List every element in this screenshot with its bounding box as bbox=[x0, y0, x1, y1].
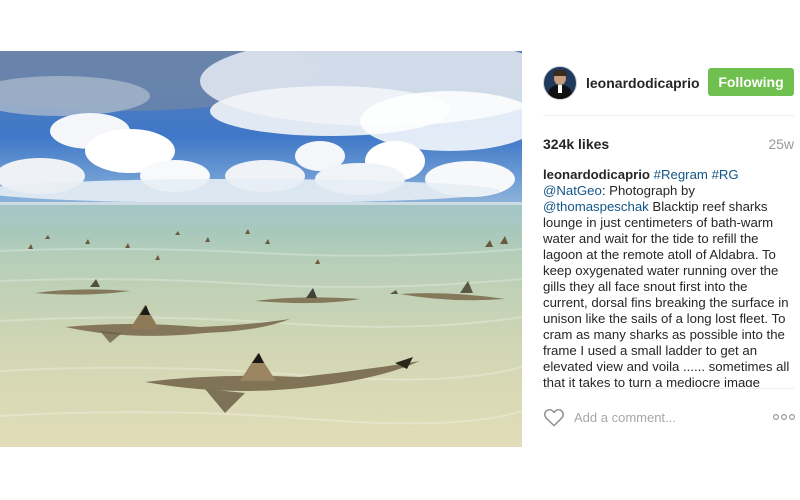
mention-link[interactable]: @NatGeo bbox=[543, 183, 602, 198]
mention-link[interactable]: @thomaspeschak bbox=[543, 199, 649, 214]
caption-text: : Photograph by bbox=[601, 183, 695, 198]
caption-username[interactable]: leonardodicaprio bbox=[543, 167, 650, 182]
comment-input[interactable] bbox=[574, 408, 744, 426]
shark-lagoon-photo bbox=[0, 51, 522, 447]
following-button[interactable]: Following bbox=[708, 68, 794, 96]
post-age[interactable]: 25w bbox=[768, 136, 794, 152]
caption-text: Blacktip reef sharks lounge in just cent… bbox=[543, 199, 790, 387]
hashtag-link[interactable]: #RG bbox=[712, 167, 739, 182]
likes-count[interactable]: 324k likes bbox=[543, 136, 609, 152]
ellipsis-icon[interactable] bbox=[772, 409, 796, 425]
post-photo[interactable] bbox=[0, 51, 522, 447]
heart-outline-icon[interactable] bbox=[543, 407, 565, 427]
post-caption: leonardodicaprio #Regram #RG @NatGeo: Ph… bbox=[543, 167, 795, 387]
divider bbox=[543, 388, 794, 389]
post-header: leonardodicaprio Following bbox=[522, 51, 800, 115]
hashtag-link[interactable]: #Regram bbox=[654, 167, 708, 182]
avatar[interactable] bbox=[543, 66, 577, 100]
post-details-panel: leonardodicaprio Following 324k likes 25… bbox=[522, 51, 800, 447]
username-link[interactable]: leonardodicaprio bbox=[586, 75, 700, 91]
divider bbox=[543, 115, 794, 116]
